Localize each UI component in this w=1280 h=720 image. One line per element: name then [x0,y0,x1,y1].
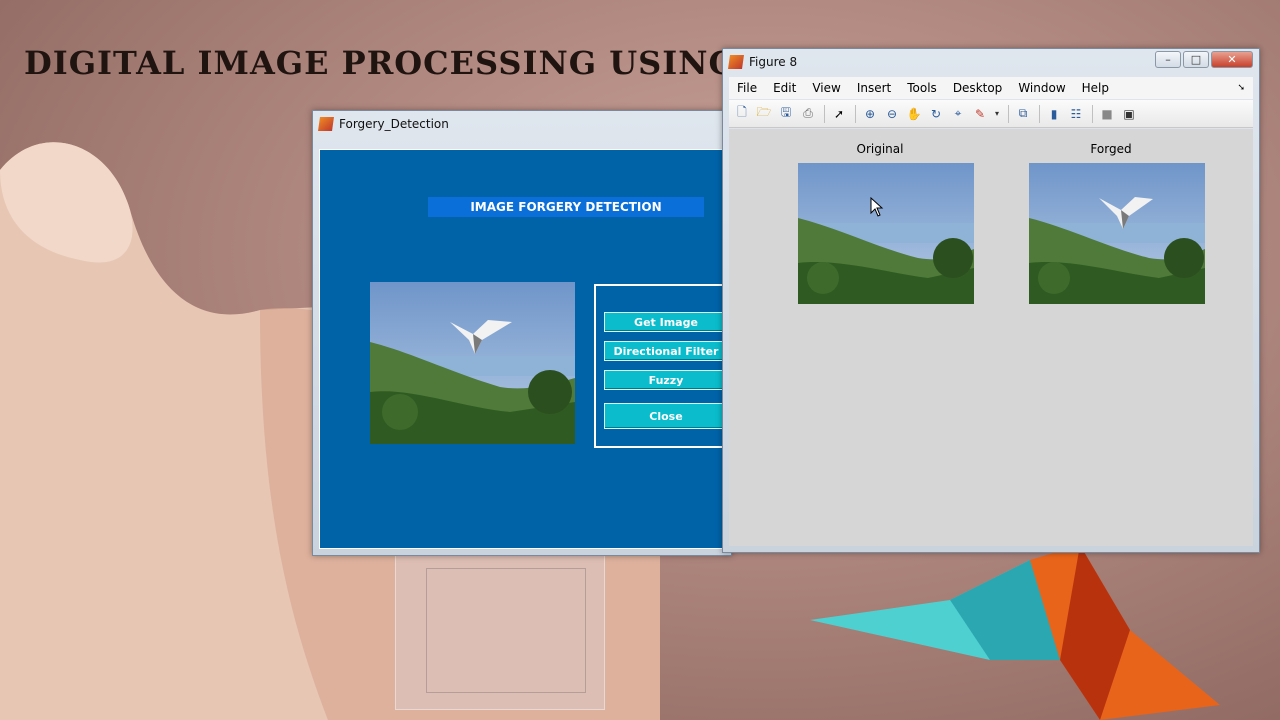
matlab-app-icon [318,117,334,131]
data-cursor-icon[interactable]: ⌖ [949,105,967,123]
toolbar-separator [824,104,825,123]
show-tools-icon[interactable]: ▣ [1120,105,1138,123]
toolbar-separator [1092,104,1093,123]
hide-tools-icon[interactable]: ■ [1098,105,1116,123]
directional-filter-button[interactable]: Directional Filter [604,341,728,361]
forgery-gui-panel: IMAGE FORGERY DETECTION Get Image Direct… [319,149,734,549]
matlab-logo [810,545,1220,720]
dropdown-arrow-icon[interactable]: ▾ [993,105,1001,123]
mouse-cursor-icon [870,197,884,217]
minimize-button[interactable]: – [1155,51,1181,68]
gui-heading: IMAGE FORGERY DETECTION [428,197,704,217]
open-icon[interactable]: 🗁 [755,105,773,123]
new-icon[interactable]: 🗋 [733,105,751,123]
ghost-plot-area [426,568,586,693]
forgery-detection-window: Forgery_Detection IMAGE FORGERY DETECTIO… [312,110,734,556]
button-panel: Get Image Directional Filter Fuzzy Close [594,284,734,448]
menu-help[interactable]: Help [1082,81,1109,95]
original-image-axes[interactable] [798,163,974,304]
menu-insert[interactable]: Insert [857,81,891,95]
matlab-figure-icon [728,55,744,69]
window-controls: – □ ✕ [1155,51,1253,68]
axes-title-original: Original [856,142,904,156]
menu-tools[interactable]: Tools [907,81,937,95]
close-button[interactable]: Close [604,403,728,429]
figure-toolbar: 🗋 🗁 🖫 ⎙ ➚ ⊕ ⊖ ✋ ↻ ⌖ ✎ ▾ ⧉ ▮ ☷ ■ ▣ [729,100,1253,128]
menu-file[interactable]: File [737,81,757,95]
zoom-in-icon[interactable]: ⊕ [861,105,879,123]
window-close-button[interactable]: ✕ [1211,51,1253,68]
save-icon[interactable]: 🖫 [777,105,795,123]
forged-image-axes[interactable] [1029,163,1205,304]
legend-icon[interactable]: ☷ [1067,105,1085,123]
toolbar-separator [855,104,856,123]
figure-canvas: Original Forged [729,129,1253,546]
toolbar-separator [1039,104,1040,123]
fuzzy-button[interactable]: Fuzzy [604,370,728,390]
menu-desktop[interactable]: Desktop [953,81,1003,95]
loaded-image-preview [370,282,575,444]
colorbar-icon[interactable]: ▮ [1045,105,1063,123]
menu-window[interactable]: Window [1018,81,1065,95]
rotate-icon[interactable]: ↻ [927,105,945,123]
pointer-icon[interactable]: ➚ [830,105,848,123]
figure-menubar: File Edit View Insert Tools Desktop Wind… [729,77,1253,99]
pan-icon[interactable]: ✋ [905,105,923,123]
print-icon[interactable]: ⎙ [799,105,817,123]
forgery-titlebar[interactable]: Forgery_Detection [313,111,731,137]
get-image-button[interactable]: Get Image [604,312,728,332]
zoom-out-icon[interactable]: ⊖ [883,105,901,123]
brush-icon[interactable]: ✎ [971,105,989,123]
axes-title-forged: Forged [1090,142,1132,156]
figure-window-title: Figure 8 [749,55,798,69]
menu-view[interactable]: View [812,81,840,95]
toolbar-separator [1008,104,1009,123]
maximize-button[interactable]: □ [1183,51,1209,68]
figure-8-window: Figure 8 – □ ✕ File Edit View Insert Too… [722,48,1260,553]
menu-edit[interactable]: Edit [773,81,796,95]
menubar-dock-arrow-icon[interactable]: ➘ [1237,83,1245,93]
forgery-window-title: Forgery_Detection [339,117,449,131]
link-icon[interactable]: ⧉ [1014,105,1032,123]
